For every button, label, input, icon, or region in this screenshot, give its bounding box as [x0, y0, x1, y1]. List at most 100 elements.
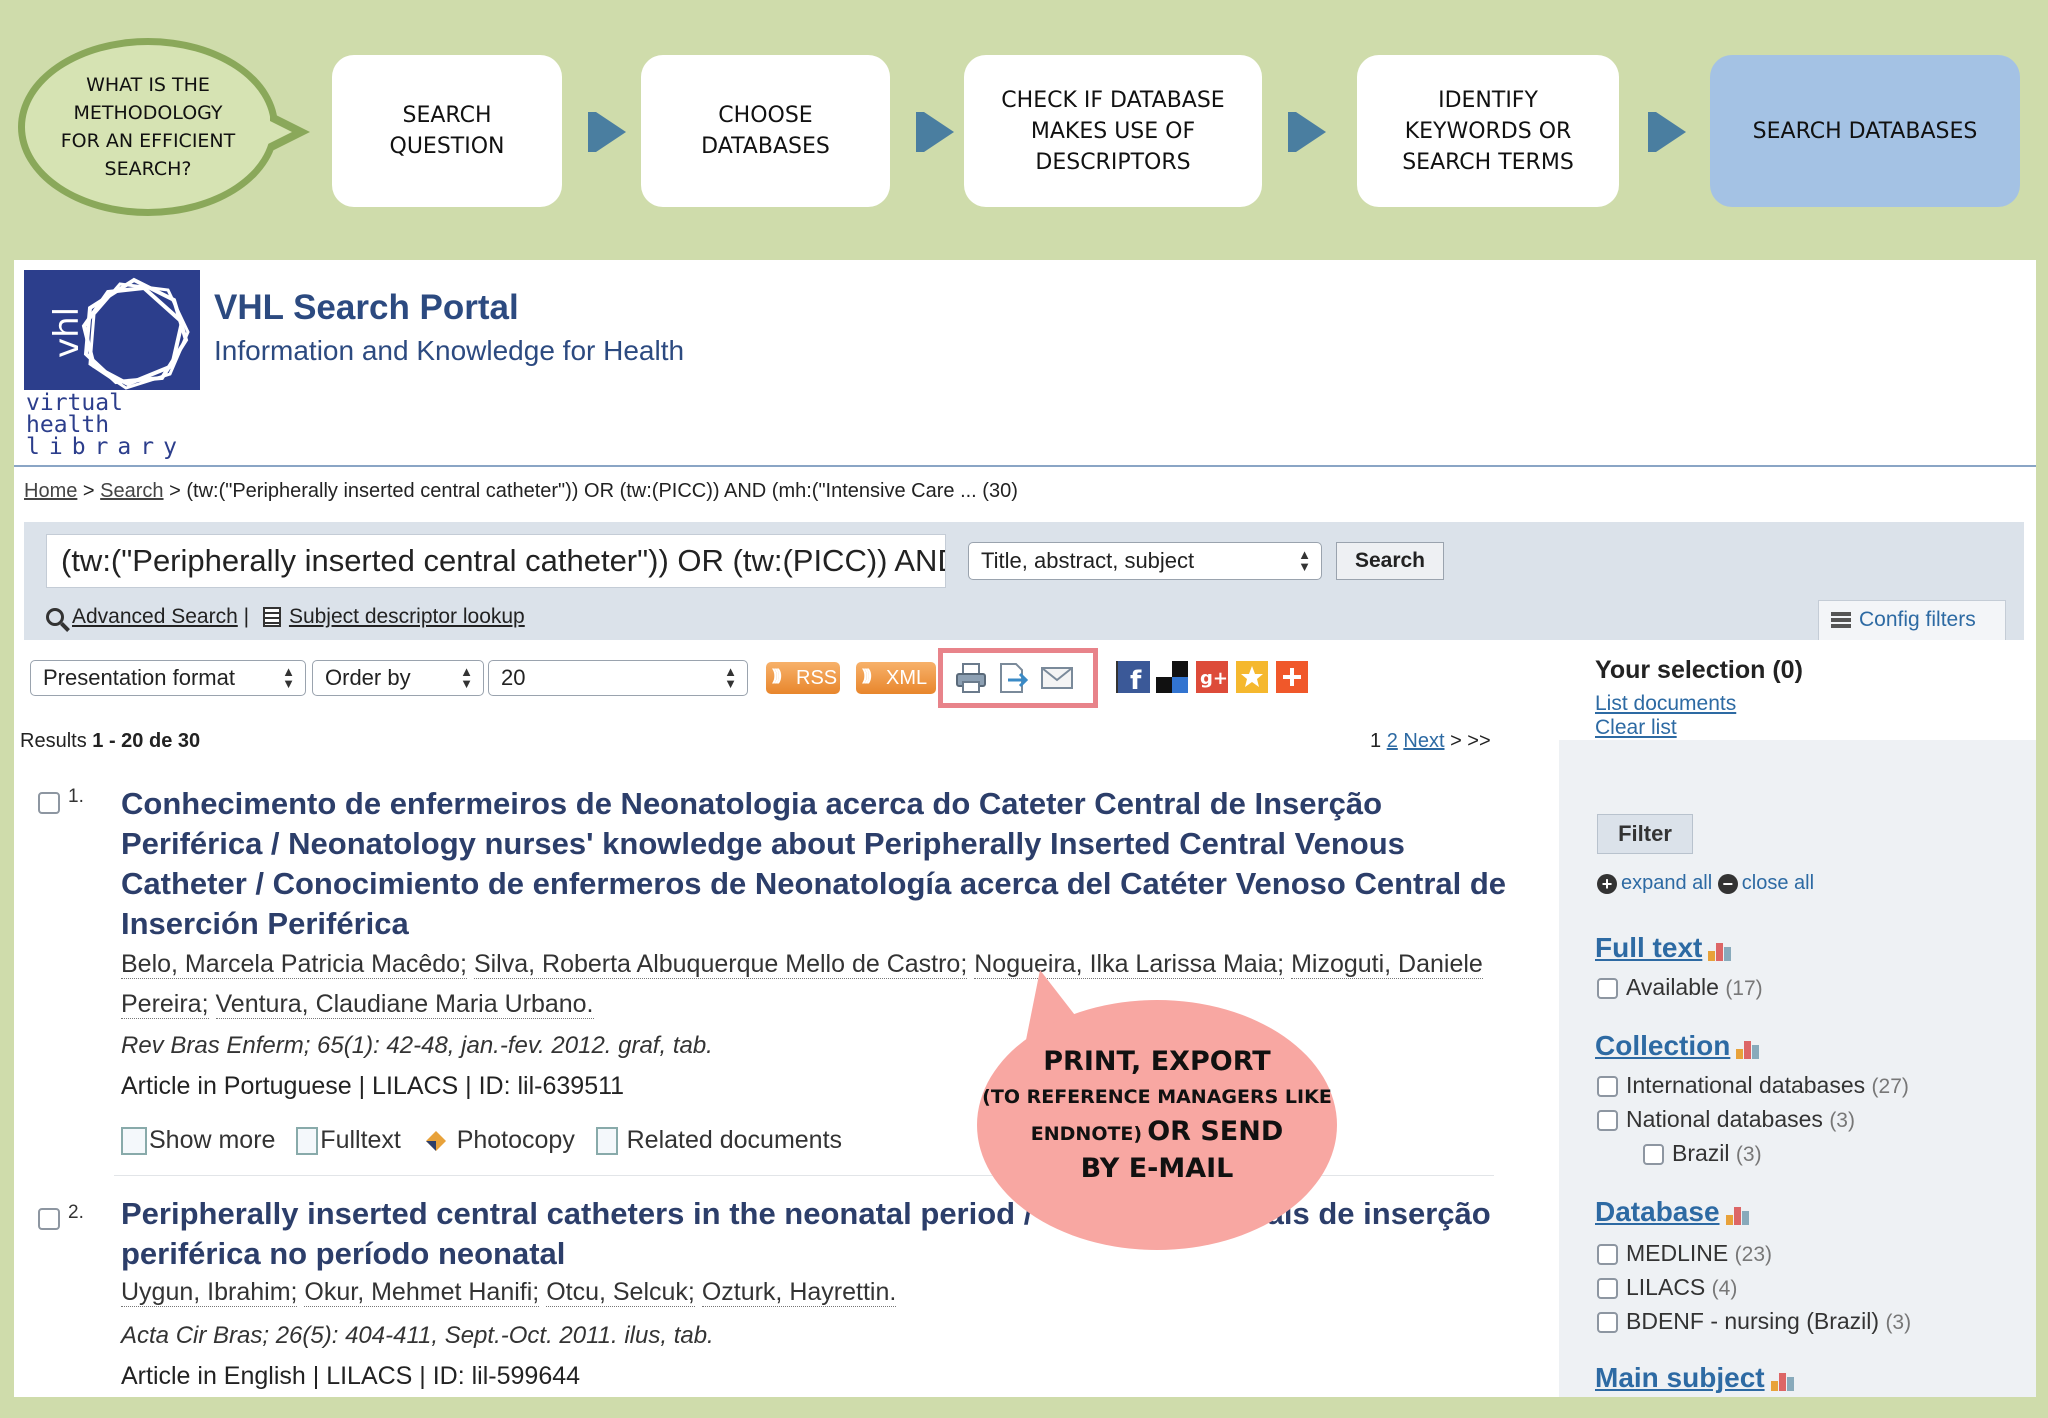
step-arrow-icon: [916, 112, 954, 152]
search-bar: (tw:("Peripherally inserted central cath…: [24, 522, 2024, 640]
xml-label: XML: [886, 667, 928, 689]
result-number: 2.: [68, 1202, 84, 1223]
close-all-link[interactable]: − close all: [1717, 872, 1814, 894]
breadcrumb-home-link[interactable]: Home: [24, 480, 77, 502]
last-page-link[interactable]: > >>: [1450, 730, 1491, 752]
share-plus-icon[interactable]: [1276, 661, 1308, 693]
author-link[interactable]: Otcu, Selcuk;: [546, 1278, 695, 1307]
presentation-format-select[interactable]: Presentation format ▲ ▼: [30, 660, 306, 696]
vhl-portal-screenshot: vhl virtual health library VHL Search Po…: [14, 260, 2036, 1397]
search-button[interactable]: Search: [1336, 542, 1444, 580]
step-search-databases: SEARCH DATABASES: [1710, 55, 2020, 207]
list-documents-link[interactable]: List documents: [1595, 692, 1736, 716]
related-documents-link[interactable]: Related documents: [595, 1126, 842, 1156]
facet-item[interactable]: Available (17): [1597, 974, 1763, 1001]
step-label: IDENTIFY KEYWORDS OR SEARCH TERMS: [1402, 87, 1574, 175]
facet-checkbox[interactable]: [1643, 1144, 1664, 1166]
step-check-descriptors: CHECK IF DATABASE MAKES USE OF DESCRIPTO…: [964, 55, 1262, 207]
xml-button[interactable]: XML: [856, 660, 936, 694]
facet-item-label: Brazil: [1672, 1140, 1730, 1166]
facet-full-text[interactable]: Full text: [1595, 932, 1738, 964]
show-more-link[interactable]: Show more: [121, 1126, 276, 1156]
facet-item[interactable]: BDENF - nursing (Brazil) (3): [1597, 1308, 1911, 1335]
presentation-format-value: Presentation format: [43, 665, 235, 690]
page-2-link[interactable]: 2: [1387, 730, 1398, 752]
subject-descriptor-link[interactable]: Subject descriptor lookup: [289, 605, 525, 628]
links-divider: |: [243, 605, 250, 628]
facet-item[interactable]: MEDLINE (23): [1597, 1240, 1772, 1267]
photocopy-link[interactable]: Photocopy: [422, 1126, 575, 1154]
show-more-label: Show more: [149, 1126, 276, 1154]
facet-database[interactable]: Database: [1595, 1196, 1756, 1228]
facet-checkbox[interactable]: [1597, 1244, 1618, 1266]
config-filters-label: Config filters: [1859, 608, 1976, 631]
step-arrow-icon: [1288, 112, 1326, 152]
facet-checkbox[interactable]: [1597, 1278, 1618, 1300]
facet-checkbox[interactable]: [1597, 1076, 1618, 1098]
author-link[interactable]: Uygun, Ibrahim;: [121, 1278, 298, 1307]
facet-item-count: (4): [1711, 1277, 1738, 1300]
author-link[interactable]: Ventura, Claudiane Maria Urbano.: [215, 990, 594, 1019]
facet-item[interactable]: International databases (27): [1597, 1072, 1909, 1099]
facet-item[interactable]: Brazil (3): [1643, 1140, 1762, 1167]
vhl-polygon-icon: vhl: [47, 277, 190, 390]
fulltext-link[interactable]: Fulltext: [296, 1126, 401, 1156]
page-1: 1: [1370, 730, 1382, 752]
facet-checkbox[interactable]: [1597, 1312, 1618, 1334]
facet-item[interactable]: LILACS (4): [1597, 1274, 1737, 1301]
facebook-icon[interactable]: f: [1118, 661, 1150, 696]
facet-collection[interactable]: Collection: [1595, 1030, 1766, 1062]
select-arrows-icon: ▲ ▼: [724, 664, 737, 691]
magnifier-icon: [46, 608, 64, 627]
search-field-select[interactable]: Title, abstract, subject ▲ ▼: [968, 542, 1322, 580]
result-meta: Article in English | LILACS | ID: lil-59…: [121, 1362, 581, 1390]
clear-list-link[interactable]: Clear list: [1595, 716, 1677, 740]
author-link[interactable]: Silva, Roberta Albuquerque Mello de Cast…: [473, 950, 968, 979]
search-field-value: Title, abstract, subject: [981, 548, 1195, 573]
facet-item[interactable]: National databases (3): [1597, 1106, 1855, 1133]
facet-checkbox[interactable]: [1597, 978, 1618, 1000]
config-filters-tab[interactable]: Config filters: [1818, 600, 2006, 640]
delicious-icon[interactable]: [1156, 661, 1188, 693]
related-documents-icon: [595, 1127, 618, 1156]
vhl-logo[interactable]: vhl virtual health library: [24, 270, 202, 459]
filter-button[interactable]: Filter: [1597, 814, 1693, 854]
facet-checkbox[interactable]: [1597, 1110, 1618, 1132]
facet-item-count: (3): [1829, 1109, 1855, 1132]
author-link[interactable]: Nogueira, Ilka Larissa Maia;: [974, 950, 1285, 979]
google-plus-icon[interactable]: g+: [1196, 661, 1228, 693]
vhl-logo-letters: vhl: [47, 307, 87, 358]
bubble-tail-inner: [268, 120, 292, 144]
step-identify-keywords: IDENTIFY KEYWORDS OR SEARCH TERMS: [1357, 55, 1619, 207]
expand-all-label: expand all: [1621, 872, 1713, 894]
result-checkbox[interactable]: [38, 792, 60, 814]
result-title-link[interactable]: Peripherally inserted central catheters …: [121, 1194, 1521, 1274]
facet-item-label: International databases: [1626, 1072, 1866, 1098]
search-input[interactable]: (tw:("Peripherally inserted central cath…: [46, 534, 946, 588]
header-divider: [14, 465, 2036, 467]
favorite-star-icon[interactable]: [1236, 661, 1268, 693]
author-link[interactable]: Belo, Marcela Patricia Macêdo;: [121, 950, 467, 979]
breadcrumb-current: > (tw:("Peripherally inserted central ca…: [169, 480, 1018, 502]
author-link[interactable]: Ozturk, Hayrettin.: [701, 1278, 897, 1307]
rss-button[interactable]: RSS: [766, 660, 840, 694]
breadcrumb-search-link[interactable]: Search: [100, 480, 163, 502]
result-checkbox[interactable]: [38, 1208, 60, 1230]
author-link[interactable]: Okur, Mehmet Hanifi;: [304, 1278, 540, 1307]
next-page-link[interactable]: Next: [1403, 730, 1444, 752]
order-by-select[interactable]: Order by ▲ ▼: [312, 660, 484, 696]
print-export-callout: PRINT, EXPORT (TO REFERENCE MANAGERS LIK…: [977, 1000, 1337, 1250]
list-icon: [262, 607, 281, 628]
callout-line-2: (TO REFERENCE MANAGERS LIKE: [982, 1086, 1332, 1108]
show-more-icon: [121, 1127, 147, 1156]
step-label: SEARCH DATABASES: [1752, 118, 1978, 144]
advanced-search-link[interactable]: Advanced Search: [72, 605, 238, 628]
facet-title: Collection: [1595, 1030, 1731, 1061]
result-title-link[interactable]: Conhecimento de enfermeiros de Neonatolo…: [121, 784, 1521, 944]
facet-item-count: (17): [1725, 977, 1763, 1000]
callout-line-1: PRINT, EXPORT: [1043, 1046, 1271, 1077]
expand-all-link[interactable]: + expand all: [1597, 872, 1712, 894]
per-page-select[interactable]: 20 ▲ ▼: [488, 660, 748, 696]
facet-main-subject[interactable]: Main subject: [1595, 1362, 1801, 1394]
result-authors: Uygun, Ibrahim; Okur, Mehmet Hanifi; Otc…: [121, 1272, 1521, 1312]
